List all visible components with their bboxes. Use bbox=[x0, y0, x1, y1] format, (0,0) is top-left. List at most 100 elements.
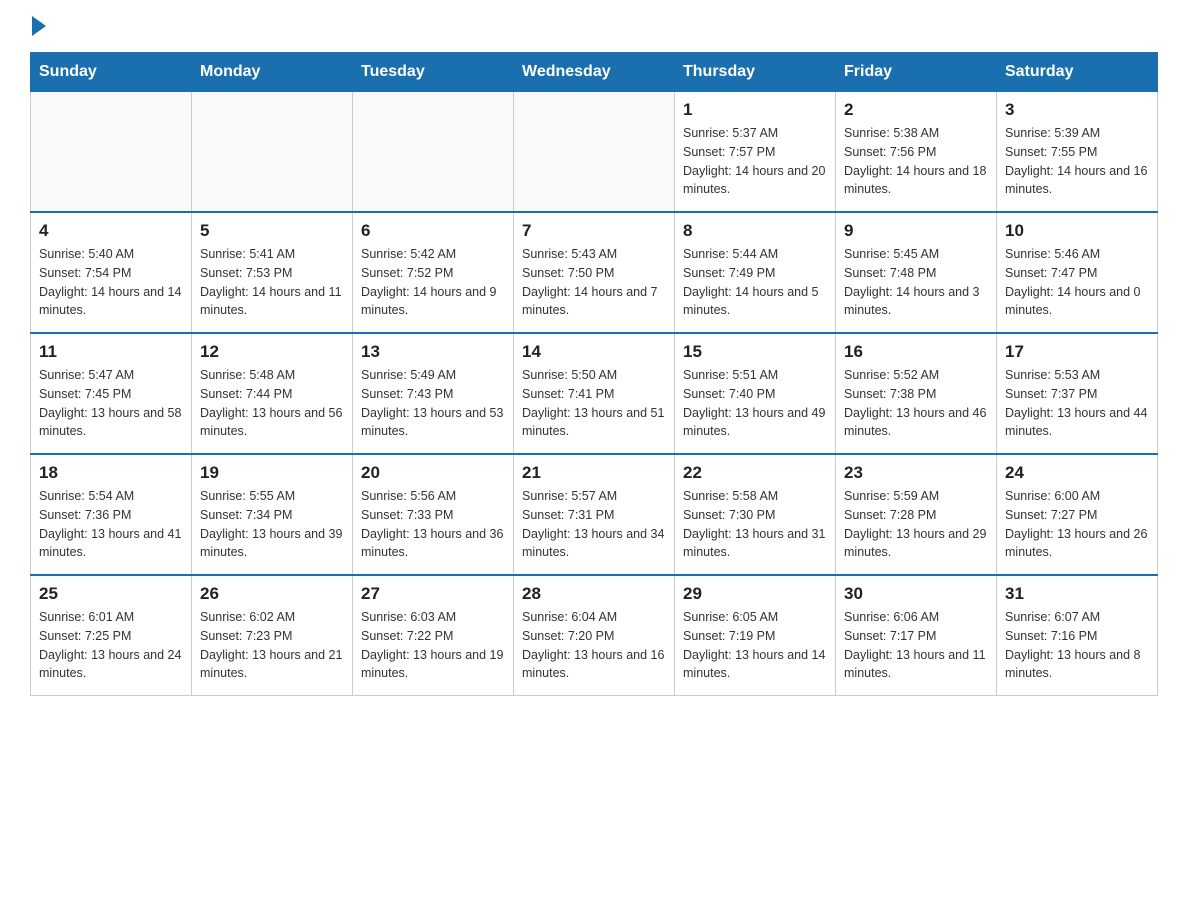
day-number: 10 bbox=[1005, 221, 1149, 241]
table-cell: 20 Sunrise: 5:56 AMSunset: 7:33 PMDayligh… bbox=[353, 454, 514, 575]
table-cell: 17 Sunrise: 5:53 AMSunset: 7:37 PMDayligh… bbox=[997, 333, 1158, 454]
table-cell: 21 Sunrise: 5:57 AMSunset: 7:31 PMDayligh… bbox=[514, 454, 675, 575]
day-number: 28 bbox=[522, 584, 666, 604]
day-number: 25 bbox=[39, 584, 183, 604]
week-row-5: 25 Sunrise: 6:01 AMSunset: 7:25 PMDayligh… bbox=[31, 575, 1158, 696]
table-cell: 29 Sunrise: 6:05 AMSunset: 7:19 PMDayligh… bbox=[675, 575, 836, 696]
day-info: Sunrise: 5:59 AMSunset: 7:28 PMDaylight:… bbox=[844, 487, 988, 562]
table-cell: 23 Sunrise: 5:59 AMSunset: 7:28 PMDayligh… bbox=[836, 454, 997, 575]
col-tuesday: Tuesday bbox=[353, 53, 514, 92]
day-info: Sunrise: 5:51 AMSunset: 7:40 PMDaylight:… bbox=[683, 366, 827, 441]
day-number: 20 bbox=[361, 463, 505, 483]
day-number: 18 bbox=[39, 463, 183, 483]
day-info: Sunrise: 5:42 AMSunset: 7:52 PMDaylight:… bbox=[361, 245, 505, 320]
table-cell: 8 Sunrise: 5:44 AMSunset: 7:49 PMDaylight… bbox=[675, 212, 836, 333]
table-cell: 3Sunrise: 5:39 AMSunset: 7:55 PMDaylight… bbox=[997, 92, 1158, 213]
day-number: 31 bbox=[1005, 584, 1149, 604]
day-info: Sunrise: 6:01 AMSunset: 7:25 PMDaylight:… bbox=[39, 608, 183, 683]
logo-arrow-icon bbox=[32, 16, 46, 36]
week-row-3: 11 Sunrise: 5:47 AMSunset: 7:45 PMDayligh… bbox=[31, 333, 1158, 454]
table-cell: 5 Sunrise: 5:41 AMSunset: 7:53 PMDaylight… bbox=[192, 212, 353, 333]
day-info: Sunrise: 5:52 AMSunset: 7:38 PMDaylight:… bbox=[844, 366, 988, 441]
day-number: 16 bbox=[844, 342, 988, 362]
table-cell bbox=[31, 92, 192, 213]
table-cell: 1Sunrise: 5:37 AMSunset: 7:57 PMDaylight… bbox=[675, 92, 836, 213]
day-number: 22 bbox=[683, 463, 827, 483]
table-cell: 19 Sunrise: 5:55 AMSunset: 7:34 PMDayligh… bbox=[192, 454, 353, 575]
day-number: 19 bbox=[200, 463, 344, 483]
table-cell: 9Sunrise: 5:45 AMSunset: 7:48 PMDaylight… bbox=[836, 212, 997, 333]
day-info: Sunrise: 5:55 AMSunset: 7:34 PMDaylight:… bbox=[200, 487, 344, 562]
logo bbox=[30, 20, 46, 32]
day-number: 5 bbox=[200, 221, 344, 241]
table-cell: 15 Sunrise: 5:51 AMSunset: 7:40 PMDayligh… bbox=[675, 333, 836, 454]
day-info: Sunrise: 5:58 AMSunset: 7:30 PMDaylight:… bbox=[683, 487, 827, 562]
day-number: 23 bbox=[844, 463, 988, 483]
day-info: Sunrise: 5:43 AMSunset: 7:50 PMDaylight:… bbox=[522, 245, 666, 320]
table-cell: 27 Sunrise: 6:03 AMSunset: 7:22 PMDayligh… bbox=[353, 575, 514, 696]
day-number: 30 bbox=[844, 584, 988, 604]
day-number: 26 bbox=[200, 584, 344, 604]
day-info: Sunrise: 5:44 AMSunset: 7:49 PMDaylight:… bbox=[683, 245, 827, 320]
col-sunday: Sunday bbox=[31, 53, 192, 92]
table-cell: 31 Sunrise: 6:07 AMSunset: 7:16 PMDayligh… bbox=[997, 575, 1158, 696]
day-info: Sunrise: 5:47 AMSunset: 7:45 PMDaylight:… bbox=[39, 366, 183, 441]
table-cell: 2 Sunrise: 5:38 AMSunset: 7:56 PMDaylight… bbox=[836, 92, 997, 213]
table-cell: 10 Sunrise: 5:46 AMSunset: 7:47 PMDayligh… bbox=[997, 212, 1158, 333]
day-number: 29 bbox=[683, 584, 827, 604]
day-info: Sunrise: 5:56 AMSunset: 7:33 PMDaylight:… bbox=[361, 487, 505, 562]
table-cell bbox=[192, 92, 353, 213]
header-row: Sunday Monday Tuesday Wednesday Thursday… bbox=[31, 53, 1158, 92]
day-info: Sunrise: 6:05 AMSunset: 7:19 PMDaylight:… bbox=[683, 608, 827, 683]
day-number: 12 bbox=[200, 342, 344, 362]
day-info: Sunrise: 6:02 AMSunset: 7:23 PMDaylight:… bbox=[200, 608, 344, 683]
day-info: Sunrise: 5:49 AMSunset: 7:43 PMDaylight:… bbox=[361, 366, 505, 441]
table-cell: 11 Sunrise: 5:47 AMSunset: 7:45 PMDayligh… bbox=[31, 333, 192, 454]
table-cell bbox=[514, 92, 675, 213]
col-friday: Friday bbox=[836, 53, 997, 92]
day-number: 7 bbox=[522, 221, 666, 241]
day-info: Sunrise: 5:54 AMSunset: 7:36 PMDaylight:… bbox=[39, 487, 183, 562]
day-number: 1 bbox=[683, 100, 827, 120]
day-info: Sunrise: 5:41 AMSunset: 7:53 PMDaylight:… bbox=[200, 245, 344, 320]
day-info: Sunrise: 5:38 AMSunset: 7:56 PMDaylight:… bbox=[844, 124, 988, 199]
day-info: Sunrise: 5:50 AMSunset: 7:41 PMDaylight:… bbox=[522, 366, 666, 441]
table-cell: 14Sunrise: 5:50 AMSunset: 7:41 PMDayligh… bbox=[514, 333, 675, 454]
col-wednesday: Wednesday bbox=[514, 53, 675, 92]
table-cell: 25 Sunrise: 6:01 AMSunset: 7:25 PMDayligh… bbox=[31, 575, 192, 696]
day-info: Sunrise: 6:00 AMSunset: 7:27 PMDaylight:… bbox=[1005, 487, 1149, 562]
table-cell: 12 Sunrise: 5:48 AMSunset: 7:44 PMDayligh… bbox=[192, 333, 353, 454]
day-info: Sunrise: 5:48 AMSunset: 7:44 PMDaylight:… bbox=[200, 366, 344, 441]
day-number: 2 bbox=[844, 100, 988, 120]
day-number: 6 bbox=[361, 221, 505, 241]
table-cell: 18 Sunrise: 5:54 AMSunset: 7:36 PMDayligh… bbox=[31, 454, 192, 575]
day-number: 21 bbox=[522, 463, 666, 483]
week-row-2: 4Sunrise: 5:40 AMSunset: 7:54 PMDaylight… bbox=[31, 212, 1158, 333]
day-info: Sunrise: 5:57 AMSunset: 7:31 PMDaylight:… bbox=[522, 487, 666, 562]
table-cell: 28 Sunrise: 6:04 AMSunset: 7:20 PMDayligh… bbox=[514, 575, 675, 696]
col-thursday: Thursday bbox=[675, 53, 836, 92]
day-info: Sunrise: 6:03 AMSunset: 7:22 PMDaylight:… bbox=[361, 608, 505, 683]
table-cell: 13 Sunrise: 5:49 AMSunset: 7:43 PMDayligh… bbox=[353, 333, 514, 454]
table-cell: 22 Sunrise: 5:58 AMSunset: 7:30 PMDayligh… bbox=[675, 454, 836, 575]
day-info: Sunrise: 5:46 AMSunset: 7:47 PMDaylight:… bbox=[1005, 245, 1149, 320]
day-info: Sunrise: 6:06 AMSunset: 7:17 PMDaylight:… bbox=[844, 608, 988, 683]
table-cell: 7 Sunrise: 5:43 AMSunset: 7:50 PMDaylight… bbox=[514, 212, 675, 333]
day-info: Sunrise: 5:53 AMSunset: 7:37 PMDaylight:… bbox=[1005, 366, 1149, 441]
day-number: 11 bbox=[39, 342, 183, 362]
page-header bbox=[30, 20, 1158, 32]
day-number: 27 bbox=[361, 584, 505, 604]
table-cell: 4Sunrise: 5:40 AMSunset: 7:54 PMDaylight… bbox=[31, 212, 192, 333]
table-cell: 6 Sunrise: 5:42 AMSunset: 7:52 PMDaylight… bbox=[353, 212, 514, 333]
day-number: 8 bbox=[683, 221, 827, 241]
col-saturday: Saturday bbox=[997, 53, 1158, 92]
day-number: 24 bbox=[1005, 463, 1149, 483]
day-info: Sunrise: 6:07 AMSunset: 7:16 PMDaylight:… bbox=[1005, 608, 1149, 683]
week-row-1: 1Sunrise: 5:37 AMSunset: 7:57 PMDaylight… bbox=[31, 92, 1158, 213]
day-number: 15 bbox=[683, 342, 827, 362]
day-info: Sunrise: 6:04 AMSunset: 7:20 PMDaylight:… bbox=[522, 608, 666, 683]
day-number: 13 bbox=[361, 342, 505, 362]
day-info: Sunrise: 5:39 AMSunset: 7:55 PMDaylight:… bbox=[1005, 124, 1149, 199]
day-number: 9 bbox=[844, 221, 988, 241]
day-number: 17 bbox=[1005, 342, 1149, 362]
